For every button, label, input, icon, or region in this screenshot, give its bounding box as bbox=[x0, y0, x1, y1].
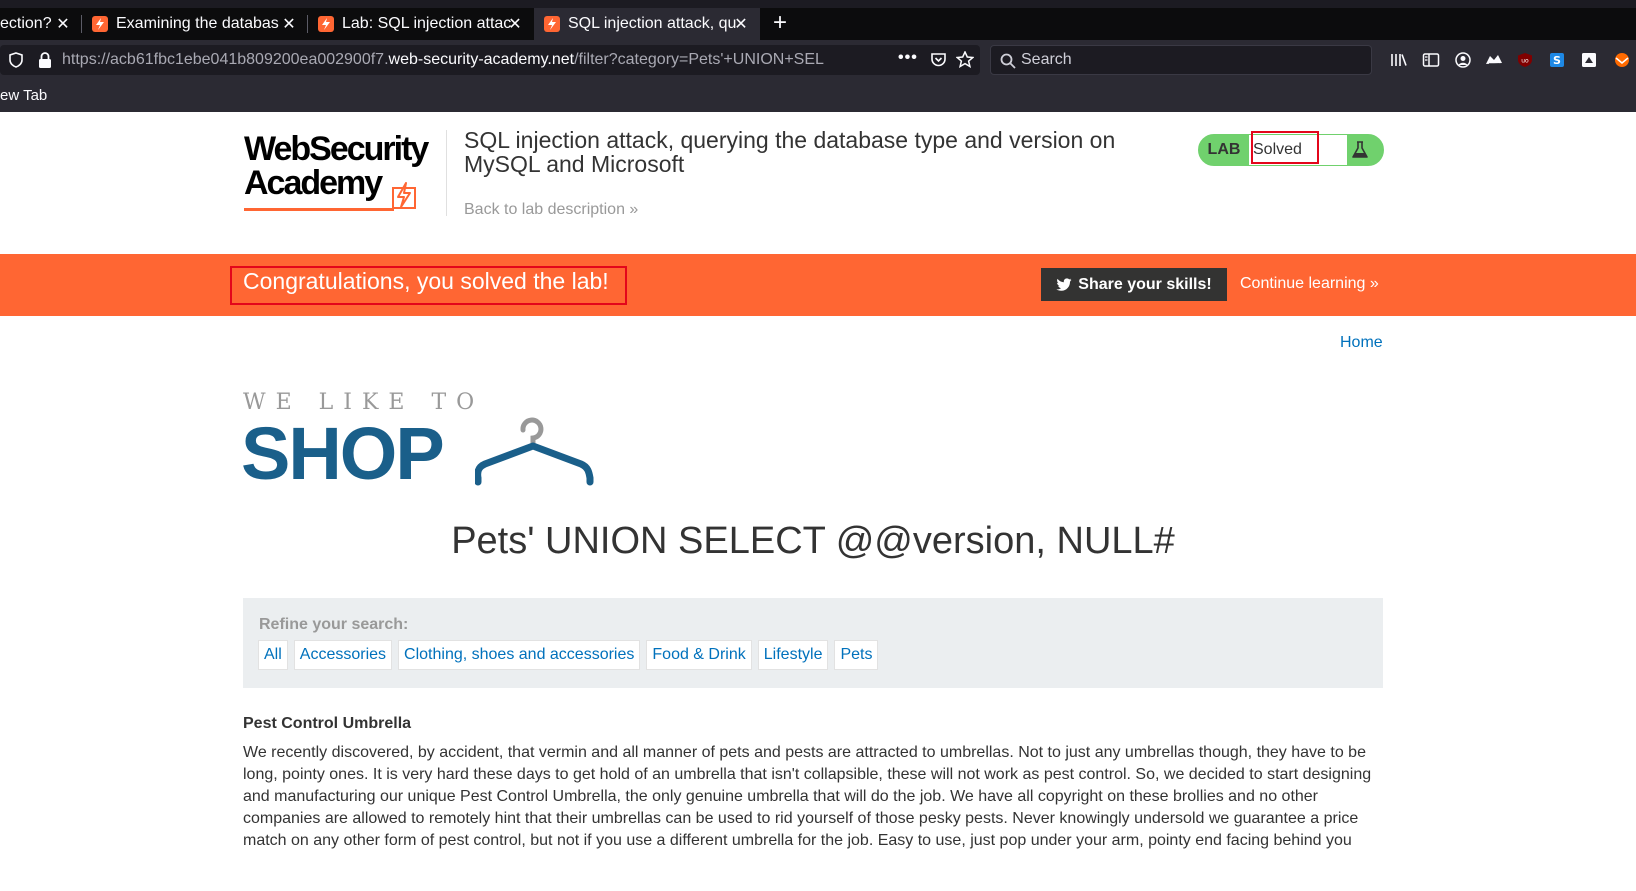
tab-2[interactable]: Examining the databas ✕ bbox=[82, 8, 308, 40]
close-icon[interactable]: ✕ bbox=[280, 14, 298, 34]
web-page: WebSecurity Academy SQL injection attack… bbox=[0, 112, 1636, 891]
share-your-skills-button[interactable]: Share your skills! bbox=[1041, 268, 1227, 301]
address-bar[interactable]: https://acb61fbc1ebe041b809200ea002900f7… bbox=[0, 45, 980, 75]
congratulations-highlight-box bbox=[230, 266, 627, 305]
url-text[interactable]: https://acb61fbc1ebe041b809200ea002900f7… bbox=[62, 51, 892, 69]
lab-title: SQL injection attack, querying the datab… bbox=[464, 127, 1116, 177]
sidebar-icon[interactable] bbox=[1422, 52, 1440, 68]
filter-food-drink[interactable]: Food & Drink bbox=[646, 640, 752, 670]
logo-line-2: Academy bbox=[244, 164, 383, 202]
title-strip bbox=[0, 0, 1636, 8]
flask-icon bbox=[1352, 141, 1368, 158]
lock-icon[interactable] bbox=[38, 52, 52, 68]
we-like-to-shop-logo[interactable]: WE LIKE TO SHOP bbox=[241, 390, 603, 494]
bookmark-star-icon[interactable] bbox=[956, 51, 974, 68]
extension-s-icon[interactable]: S bbox=[1548, 52, 1566, 68]
logo-underline bbox=[244, 208, 394, 211]
navigation-toolbar: https://acb61fbc1ebe041b809200ea002900f7… bbox=[0, 40, 1636, 80]
continue-learning-link[interactable]: Continue learning » bbox=[1240, 275, 1379, 293]
search-results-heading: Pets' UNION SELECT @@version, NULL# bbox=[451, 520, 1175, 562]
filter-all[interactable]: All bbox=[258, 640, 288, 670]
tab-title: Lab: SQL injection attac bbox=[342, 15, 512, 32]
product-description: We recently discovered, by accident, tha… bbox=[243, 744, 1372, 849]
hanger-icon bbox=[475, 417, 594, 486]
product-name: Pest Control Umbrella bbox=[243, 715, 412, 732]
refine-search-label: Refine your search: bbox=[259, 616, 409, 633]
home-link[interactable]: Home bbox=[1340, 334, 1383, 352]
account-icon[interactable] bbox=[1454, 52, 1472, 68]
extension-box-icon[interactable] bbox=[1580, 52, 1598, 68]
academy-bolt-icon bbox=[392, 182, 416, 209]
extension-foxyproxy-icon[interactable] bbox=[1484, 52, 1504, 68]
tracking-shield-icon[interactable] bbox=[8, 52, 24, 68]
url-path: /filter?category=Pets'+UNION+SEL bbox=[574, 51, 824, 68]
tab-title: Examining the databas bbox=[116, 15, 279, 32]
filter-clothing[interactable]: Clothing, shoes and accessories bbox=[398, 640, 641, 670]
tab-1[interactable]: ection? ✕ bbox=[0, 8, 82, 40]
bookmarks-toolbar: ew Tab bbox=[0, 80, 1636, 112]
extension-fox-icon[interactable] bbox=[1612, 52, 1632, 68]
close-icon[interactable]: ✕ bbox=[54, 14, 72, 34]
filter-lifestyle[interactable]: Lifestyle bbox=[757, 640, 829, 670]
ublock-origin-icon[interactable]: uo bbox=[1516, 52, 1534, 68]
header-divider bbox=[446, 130, 447, 216]
close-icon[interactable]: ✕ bbox=[732, 14, 750, 34]
search-icon bbox=[1000, 53, 1016, 69]
web-security-academy-favicon-icon bbox=[544, 16, 560, 32]
back-to-lab-description-link[interactable]: Back to lab description » bbox=[464, 201, 638, 219]
search-placeholder: Search bbox=[1021, 51, 1072, 68]
lab-status-tag: LAB bbox=[1207, 141, 1241, 158]
new-tab-plus-icon[interactable]: + bbox=[766, 10, 794, 38]
page-actions-ellipsis-icon[interactable]: ••• bbox=[898, 49, 918, 67]
svg-text:uo: uo bbox=[1521, 58, 1529, 65]
bookmark-new-tab[interactable]: ew Tab bbox=[0, 87, 47, 104]
web-security-academy-logo[interactable]: WebSecurity Academy bbox=[244, 130, 444, 220]
tab-title: SQL injection attack, qu bbox=[568, 15, 737, 32]
tab-title: ection? bbox=[0, 15, 52, 32]
search-box[interactable]: Search bbox=[990, 45, 1372, 75]
filter-pets[interactable]: Pets bbox=[834, 640, 879, 670]
browser-chrome: ection? ✕ Examining the databas ✕ Lab: S… bbox=[0, 0, 1636, 112]
tab-bar: ection? ✕ Examining the databas ✕ Lab: S… bbox=[0, 8, 1636, 40]
congratulations-banner: Congratulations, you solved the lab! Sha… bbox=[0, 254, 1636, 316]
library-icon[interactable] bbox=[1390, 52, 1408, 68]
logo-word: SHOP bbox=[241, 412, 445, 495]
url-domain: web-security-academy.net bbox=[388, 51, 575, 68]
category-filters: All Accessories Clothing, shoes and acce… bbox=[258, 640, 884, 670]
tab-3[interactable]: Lab: SQL injection attac ✕ bbox=[308, 8, 534, 40]
web-security-academy-favicon-icon bbox=[92, 16, 108, 32]
pocket-icon[interactable] bbox=[930, 52, 947, 68]
close-icon[interactable]: ✕ bbox=[506, 14, 524, 34]
filter-accessories[interactable]: Accessories bbox=[293, 640, 393, 670]
lab-header: WebSecurity Academy SQL injection attack… bbox=[0, 112, 1636, 254]
url-prefix: https://acb61fbc1ebe041b809200ea002900f7… bbox=[62, 51, 389, 68]
solved-highlight-box bbox=[1251, 131, 1319, 164]
web-security-academy-favicon-icon bbox=[318, 16, 334, 32]
svg-text:S: S bbox=[1553, 54, 1561, 67]
share-button-label: Share your skills! bbox=[1078, 275, 1212, 293]
tab-4-active[interactable]: SQL injection attack, qu ✕ bbox=[534, 8, 760, 40]
twitter-icon bbox=[1056, 277, 1072, 291]
refine-search-panel: Refine your search: All Accessories Clot… bbox=[243, 598, 1383, 688]
